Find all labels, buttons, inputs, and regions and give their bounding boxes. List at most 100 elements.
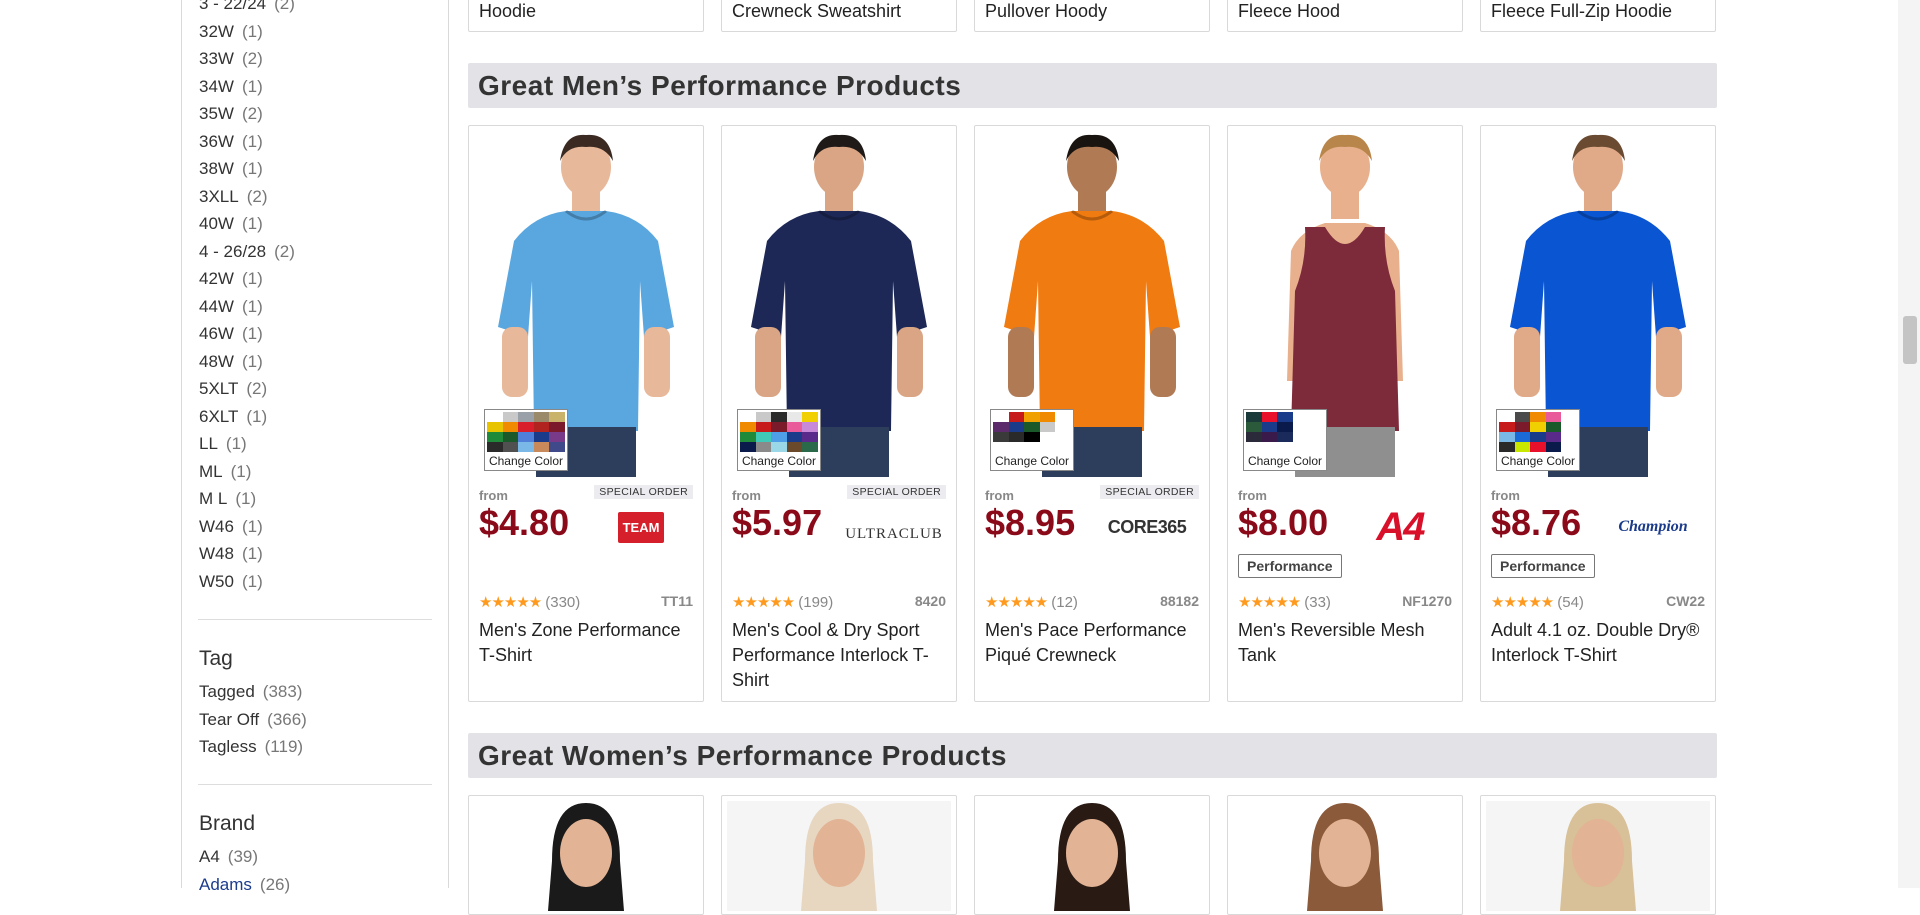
product-photo[interactable] bbox=[1233, 801, 1457, 911]
change-color-button[interactable]: Change Color bbox=[1243, 409, 1327, 471]
color-swatch bbox=[755, 432, 772, 442]
size-filter-item[interactable]: 5XLT (2) bbox=[199, 375, 295, 403]
product-sku: 88182 bbox=[1160, 593, 1199, 609]
product-image[interactable] bbox=[980, 801, 1204, 911]
color-swatch bbox=[1514, 422, 1531, 432]
product-card[interactable] bbox=[721, 795, 957, 915]
change-color-button[interactable]: Change Color bbox=[737, 409, 821, 471]
product-listing: Hoodie Crewneck Sweatshirt Pullover Hoody F… bbox=[468, 0, 1718, 915]
size-filter-item[interactable]: 42W (1) bbox=[199, 265, 295, 293]
color-swatch bbox=[1246, 412, 1262, 422]
product-photo[interactable] bbox=[980, 801, 1204, 911]
size-filter-item[interactable]: LL (1) bbox=[199, 430, 295, 458]
product-image[interactable] bbox=[1486, 801, 1710, 911]
product-card[interactable]: Pullover Hoody bbox=[974, 0, 1210, 32]
size-filter-item[interactable]: W46 (1) bbox=[199, 513, 295, 541]
star-rating[interactable]: ★★★★★ (33) bbox=[1238, 593, 1331, 611]
size-filter-item[interactable]: 48W (1) bbox=[199, 348, 295, 376]
brand-logo-text: Champion bbox=[1618, 518, 1688, 535]
color-swatch bbox=[1055, 412, 1071, 422]
size-filter-item[interactable]: 35W (2) bbox=[199, 100, 295, 128]
tag-filter-label: Tear Off bbox=[199, 709, 260, 729]
size-filter-item[interactable]: M L (1) bbox=[199, 485, 295, 513]
size-filter-item[interactable]: 32W (1) bbox=[199, 18, 295, 46]
product-image[interactable]: Change Color bbox=[727, 131, 951, 477]
color-swatch bbox=[1530, 432, 1546, 442]
size-filter-item[interactable]: 4 - 26/28 (2) bbox=[199, 238, 295, 266]
size-filter-item[interactable]: W48 (1) bbox=[199, 540, 295, 568]
product-card[interactable]: Hoodie bbox=[468, 0, 704, 32]
size-filter-item[interactable]: 6XLT (1) bbox=[199, 403, 295, 431]
change-color-button[interactable]: Change Color bbox=[1496, 409, 1580, 471]
scrollbar-thumb[interactable] bbox=[1903, 316, 1917, 364]
product-name[interactable]: Men's Cool & Dry Sport Performance Inter… bbox=[732, 618, 947, 693]
size-filter-item[interactable]: 34W (1) bbox=[199, 73, 295, 101]
size-filter-item[interactable]: 3XLL (2) bbox=[199, 183, 295, 211]
size-filter-item[interactable]: 44W (1) bbox=[199, 293, 295, 321]
performance-tag[interactable]: Performance bbox=[1491, 554, 1595, 578]
product-photo[interactable] bbox=[474, 801, 698, 911]
color-swatch bbox=[487, 442, 503, 452]
color-swatch bbox=[1561, 432, 1577, 442]
product-card[interactable]: Change Color from $4.80 SPECIAL ORDER TEAM ★★… bbox=[468, 125, 704, 702]
product-photo[interactable] bbox=[727, 801, 951, 911]
product-name[interactable]: Adult 4.1 oz. Double Dry® Interlock T-Sh… bbox=[1491, 618, 1706, 668]
product-name[interactable]: Crewneck Sweatshirt bbox=[732, 1, 901, 22]
product-name[interactable]: Men's Pace Performance Piqué Crewneck bbox=[985, 618, 1200, 668]
product-card[interactable] bbox=[468, 795, 704, 915]
product-card[interactable]: Change Color from $8.76 Champion Performance… bbox=[1480, 125, 1716, 702]
size-filter-item[interactable]: W50 (1) bbox=[199, 568, 295, 596]
product-name[interactable]: Men's Reversible Mesh Tank bbox=[1238, 618, 1453, 668]
product-photo[interactable] bbox=[1486, 801, 1710, 911]
size-filter-item[interactable]: 36W (1) bbox=[199, 128, 295, 156]
size-filter-item[interactable]: 3 - 22/24 (2) bbox=[199, 0, 295, 18]
product-card[interactable]: Change Color from $8.00 A4 Performance ★★★★★(… bbox=[1227, 125, 1463, 702]
tag-filter-item[interactable]: Tagged (383) bbox=[199, 678, 307, 706]
change-color-button[interactable]: Change Color bbox=[990, 409, 1074, 471]
product-image[interactable]: Change Color bbox=[474, 131, 698, 477]
size-filter-item[interactable]: 38W (1) bbox=[199, 155, 295, 183]
brand-logo: TEAM bbox=[591, 504, 691, 550]
product-card[interactable]: Change Color from $5.97 SPECIAL ORDER ULTRAC… bbox=[721, 125, 957, 702]
product-image[interactable]: Change Color bbox=[1233, 131, 1457, 477]
size-filter-label: 35W bbox=[199, 104, 234, 123]
size-filter-label: 38W bbox=[199, 159, 234, 178]
product-card[interactable]: Crewneck Sweatshirt bbox=[721, 0, 957, 32]
product-image[interactable] bbox=[474, 801, 698, 911]
product-image[interactable] bbox=[1233, 801, 1457, 911]
brand-filter-item[interactable]: Adams (26) bbox=[199, 871, 290, 899]
brand-filter-item[interactable]: A4 (39) bbox=[199, 843, 290, 871]
product-name[interactable]: Pullover Hoody bbox=[985, 1, 1107, 22]
star-rating[interactable]: ★★★★★ (54) bbox=[1491, 593, 1584, 611]
tag-filter-item[interactable]: Tear Off (366) bbox=[199, 706, 307, 734]
size-filter-label: 48W bbox=[199, 351, 234, 371]
men-performance-section-title: Great Men’s Performance Products bbox=[468, 63, 1717, 108]
change-color-button[interactable]: Change Color bbox=[484, 409, 568, 471]
page-scrollbar[interactable] bbox=[1898, 0, 1920, 888]
product-image[interactable] bbox=[727, 801, 951, 911]
tag-filter-item[interactable]: Tagless (119) bbox=[199, 733, 307, 761]
size-filter-item[interactable]: 40W (1) bbox=[199, 210, 295, 238]
product-card[interactable]: Change Color from $8.95 SPECIAL ORDER CORE36… bbox=[974, 125, 1210, 702]
product-name[interactable]: Men's Zone Performance T-Shirt bbox=[479, 618, 694, 668]
color-swatch bbox=[1008, 422, 1025, 432]
product-card[interactable]: Fleece Full-Zip Hoodie bbox=[1480, 0, 1716, 32]
size-filter-item[interactable]: 33W (2) bbox=[199, 45, 295, 73]
product-name[interactable]: Hoodie bbox=[479, 1, 536, 22]
product-name[interactable]: Fleece Hood bbox=[1238, 1, 1340, 22]
product-image[interactable]: Change Color bbox=[1486, 131, 1710, 477]
product-image[interactable]: Change Color bbox=[980, 131, 1204, 477]
product-card[interactable] bbox=[974, 795, 1210, 915]
color-swatch bbox=[1039, 412, 1056, 422]
performance-tag[interactable]: Performance bbox=[1238, 554, 1342, 578]
product-card[interactable] bbox=[1480, 795, 1716, 915]
star-rating[interactable]: ★★★★★ (199) bbox=[732, 593, 833, 611]
star-rating[interactable]: ★★★★★ (12) bbox=[985, 593, 1078, 611]
product-card[interactable]: Fleece Hood bbox=[1227, 0, 1463, 32]
product-card[interactable] bbox=[1227, 795, 1463, 915]
star-rating[interactable]: ★★★★★ (330) bbox=[479, 593, 580, 611]
product-name[interactable]: Fleece Full-Zip Hoodie bbox=[1491, 1, 1672, 22]
size-filter-item[interactable]: 46W (1) bbox=[199, 320, 295, 348]
size-filter-item[interactable]: ML (1) bbox=[199, 458, 295, 486]
product-sku: 8420 bbox=[914, 593, 946, 609]
